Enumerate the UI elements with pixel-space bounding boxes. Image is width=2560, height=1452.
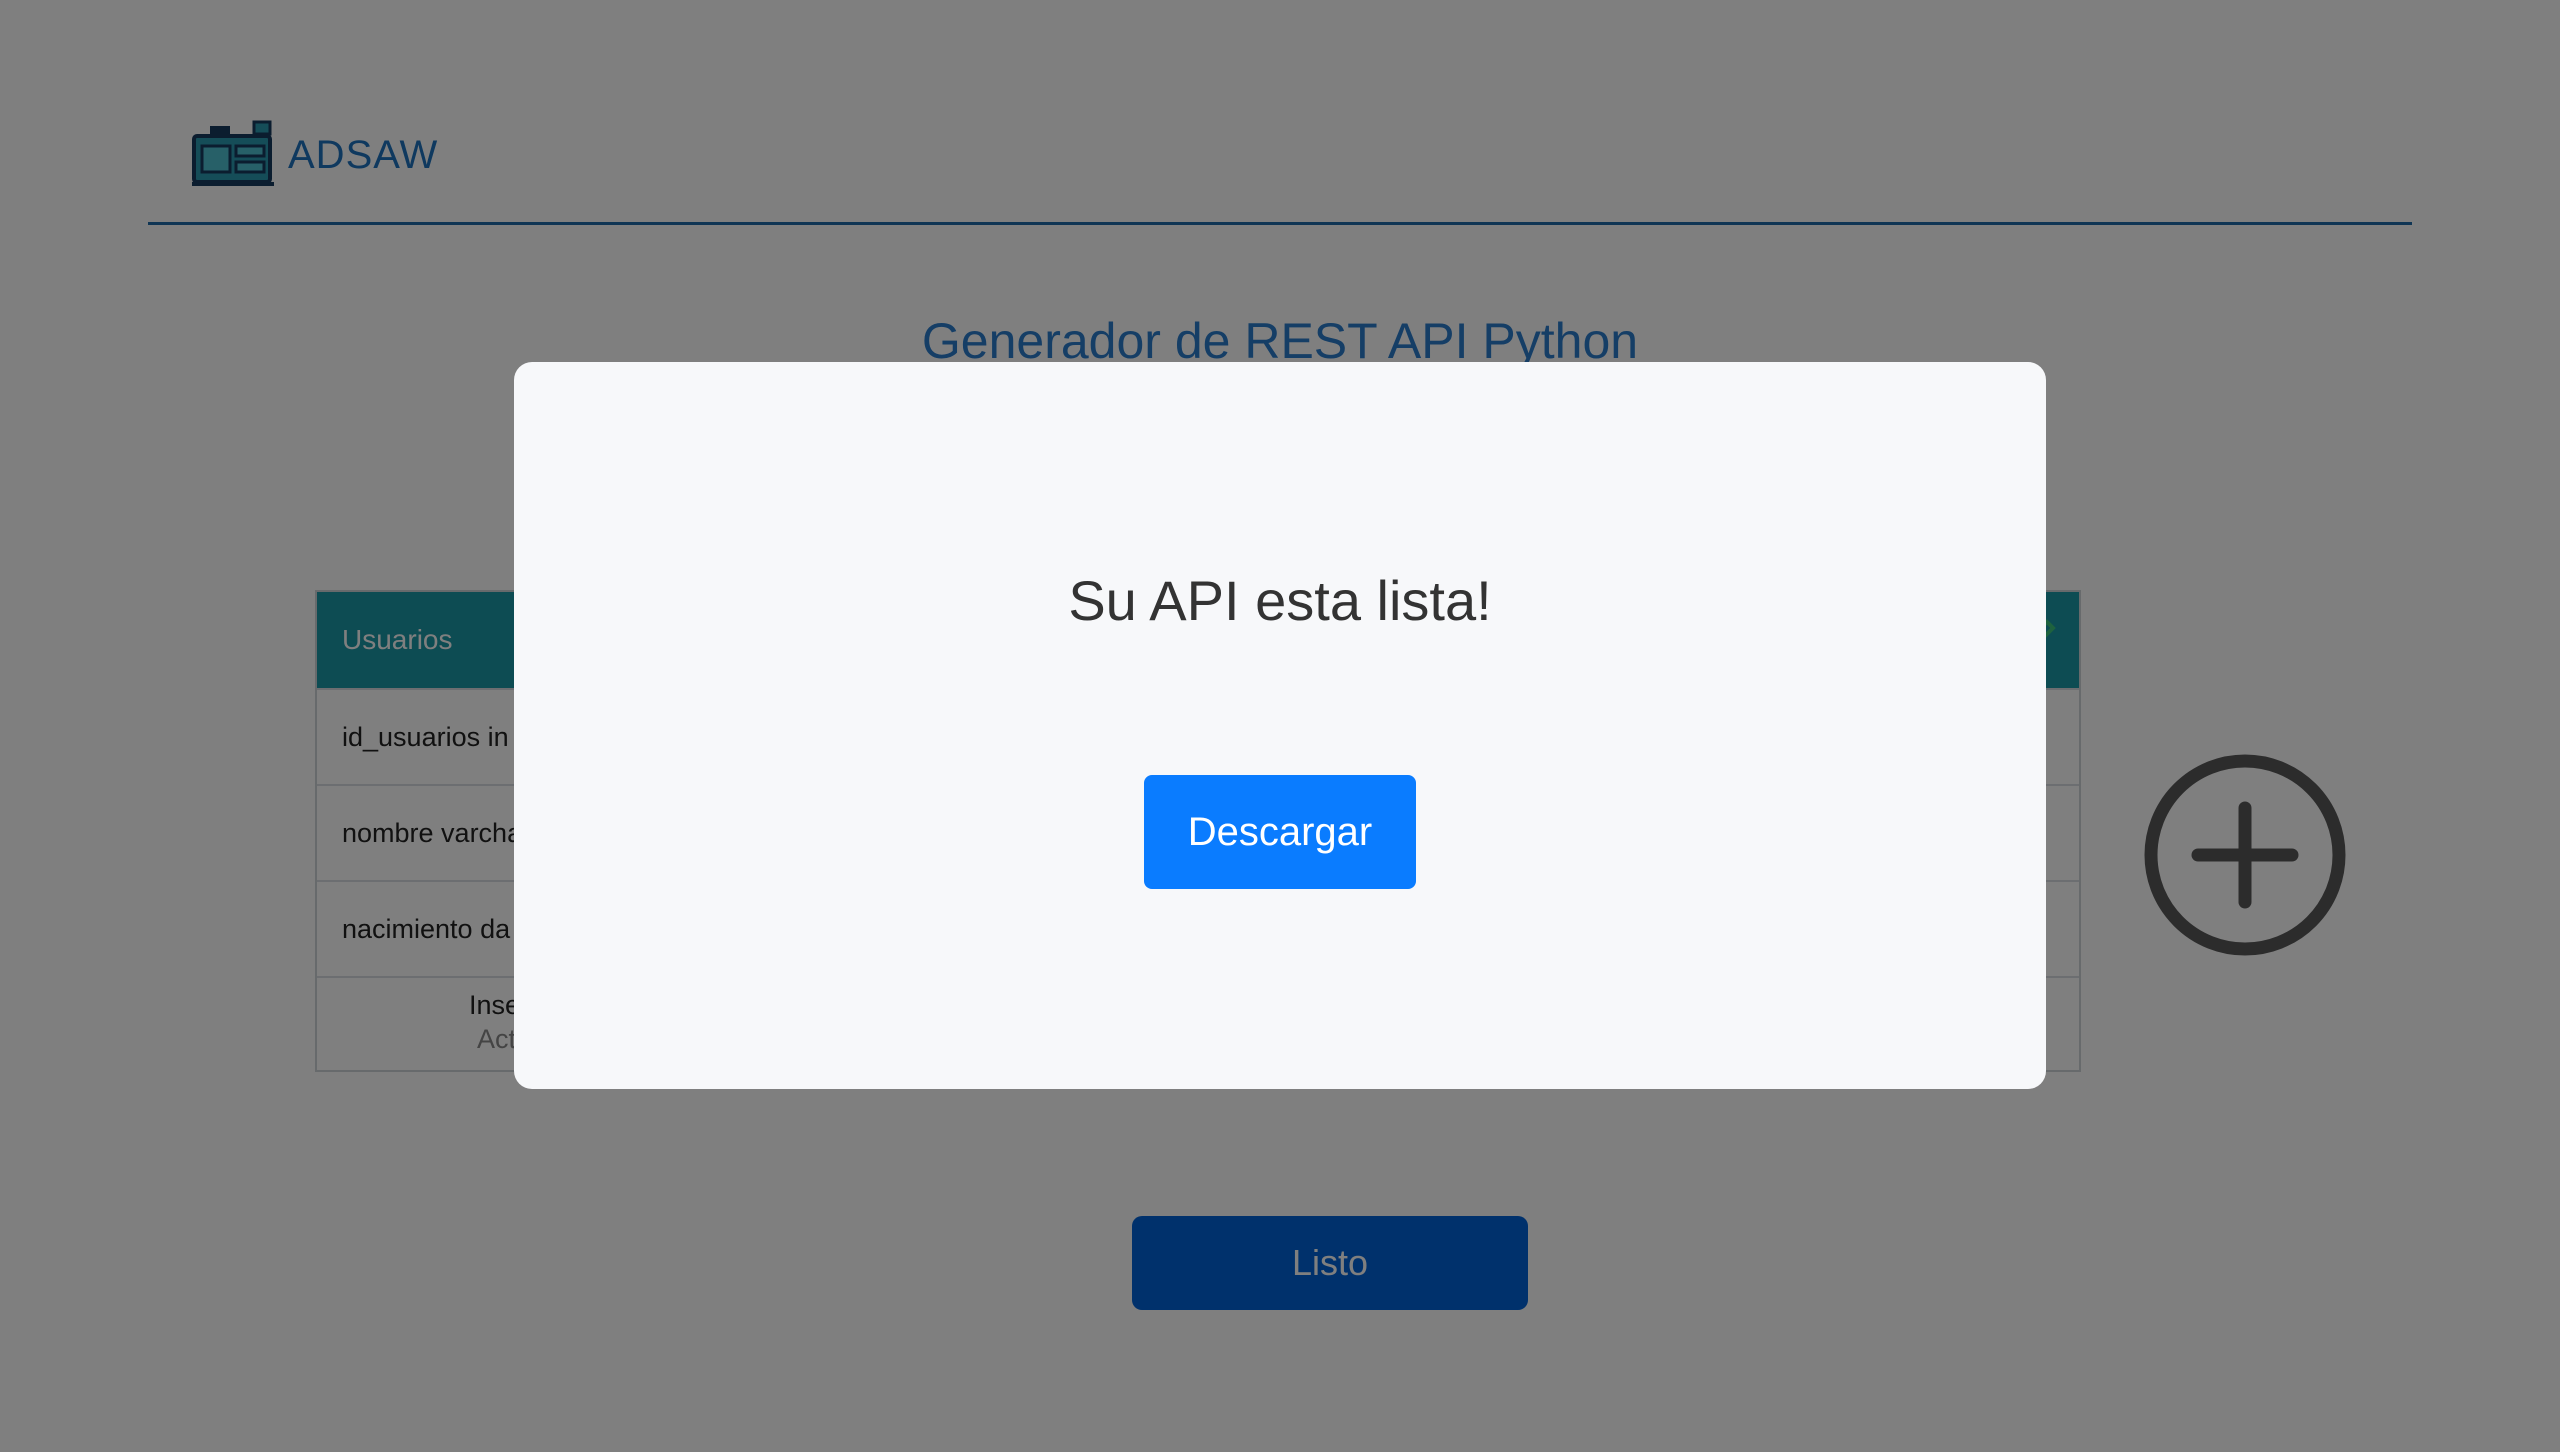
download-button[interactable]: Descargar xyxy=(1144,775,1416,889)
success-modal: Su API esta lista! Descargar xyxy=(514,362,2046,1089)
page: ADSAW Generador de REST API Python Usuar… xyxy=(0,0,2560,1452)
modal-message: Su API esta lista! xyxy=(1068,569,1492,632)
